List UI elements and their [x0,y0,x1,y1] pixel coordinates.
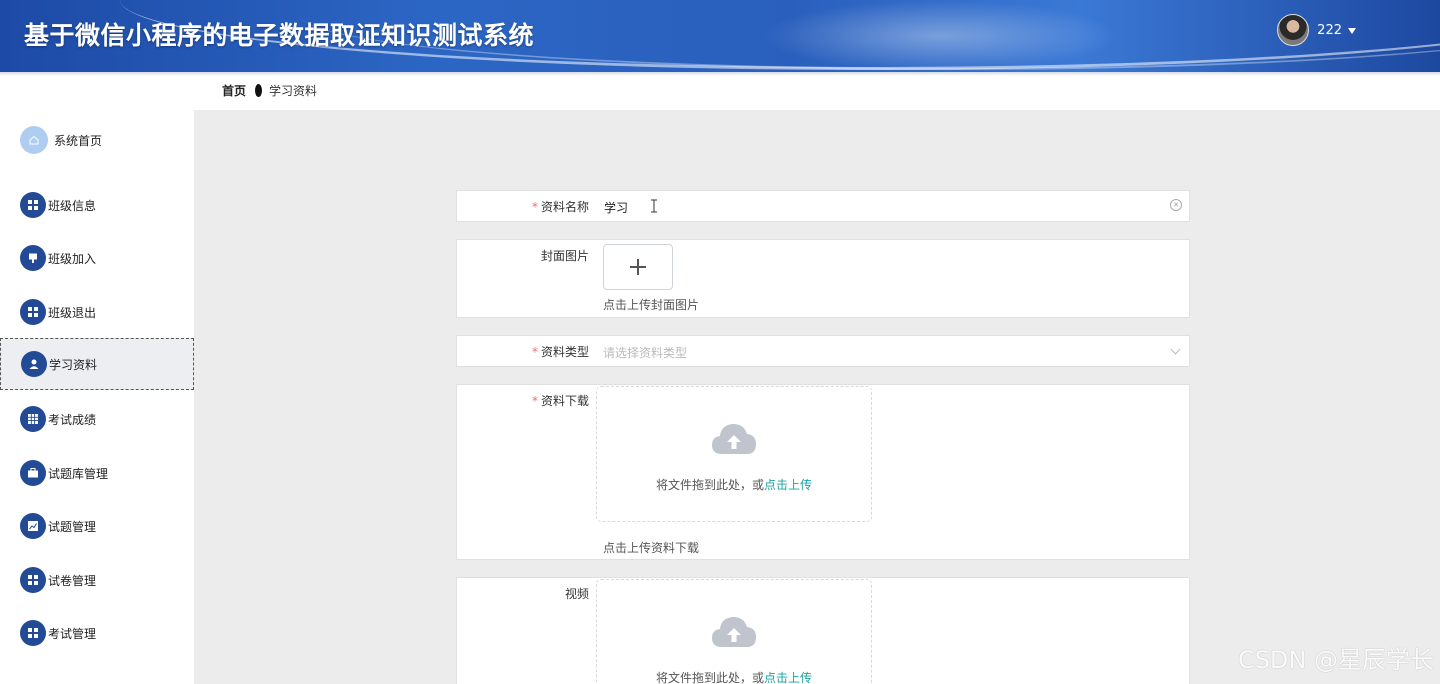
app-header: 基于微信小程序的电子数据取证知识测试系统 222 [0,0,1440,72]
briefcase-icon [20,460,46,486]
field-label-text: 资料类型 [540,345,589,359]
form-row-name: * 资料名称 学习 ✕ [456,190,1190,222]
file-dropzone[interactable]: 将文件拖到此处，或点击上传 [596,386,872,522]
required-mark: * [531,394,538,408]
user-menu[interactable]: 222 [1277,14,1356,46]
home-icon [20,126,48,154]
user-icon [21,351,47,377]
cover-upload-button[interactable] [603,244,673,290]
tag-icon [20,245,46,271]
username[interactable]: 222 [1317,23,1342,38]
required-mark: * [531,200,538,214]
breadcrumb-current: 学习资料 [269,84,318,98]
chart-icon [20,513,46,539]
sidebar-item-label: 班级信息 [48,198,97,213]
cloud-upload-icon [712,617,756,647]
name-input[interactable]: 学习 [604,199,628,216]
dropzone-text: 将文件拖到此处，或点击上传 [597,669,871,684]
grid-icon [20,567,46,593]
sidebar-item-label: 学习资料 [49,357,98,372]
form-row-cover: 封面图片 点击上传封面图片 [456,239,1190,318]
sidebar-item-label: 系统首页 [54,133,103,148]
plus-icon [637,259,639,275]
chevron-down-icon[interactable] [1348,28,1356,34]
video-dropzone[interactable]: 将文件拖到此处，或点击上传 [596,579,872,684]
sidebar-item-exam-scores[interactable]: 考试成绩 [0,393,194,445]
app-title: 基于微信小程序的电子数据取证知识测试系统 [24,21,535,50]
form-row-video: 视频 将文件拖到此处，或点击上传 [456,577,1190,684]
type-select[interactable]: 请选择资料类型 [603,344,687,361]
dropzone-text: 将文件拖到此处，或点击上传 [597,476,871,493]
field-label: * 资料下载 [532,392,589,409]
breadcrumb-separator-icon [255,84,263,97]
required-mark: * [531,345,538,359]
sidebar-item-class-exit[interactable]: 班级退出 [0,286,194,338]
sidebar-item-label: 试题管理 [48,519,97,534]
sidebar-item-papers[interactable]: 试卷管理 [0,554,194,606]
watermark: CSDN @星辰学长 [1237,646,1434,674]
field-label: * 资料类型 [532,343,589,360]
sidebar: 系统首页 班级信息 班级加入 班级退出 学习资料 考试成绩 试题库管理 试题管理… [0,76,194,684]
sidebar-item-label: 班级退出 [48,305,97,320]
dropzone-hint: 将文件拖到此处，或 [655,671,764,684]
sidebar-item-home[interactable]: 系统首页 [0,114,194,166]
field-label-text: 资料名称 [540,200,589,214]
field-label: 视频 [564,587,589,601]
grid-icon [20,299,46,325]
form-row-type[interactable]: * 资料类型 请选择资料类型 [456,335,1190,367]
form-row-file: * 资料下载 将文件拖到此处，或点击上传 点击上传资料下载 [456,384,1190,560]
breadcrumb: 首页 学习资料 [222,82,317,99]
sidebar-item-study-material[interactable]: 学习资料 [0,338,194,390]
dropzone-hint: 将文件拖到此处，或 [655,478,764,492]
cloud-upload-icon [712,424,756,454]
sidebar-item-class-join[interactable]: 班级加入 [0,232,194,284]
sidebar-item-question-bank[interactable]: 试题库管理 [0,447,194,499]
sidebar-item-questions[interactable]: 试题管理 [0,500,194,552]
sidebar-item-class-info[interactable]: 班级信息 [0,179,194,231]
breadcrumb-bar: 首页 学习资料 [194,76,1440,110]
text-cursor-icon [651,199,657,213]
breadcrumb-home[interactable]: 首页 [222,82,246,99]
table-icon [20,406,46,432]
file-upload-tip: 点击上传资料下载 [603,541,700,555]
cover-upload-tip: 点击上传封面图片 [603,298,700,312]
sidebar-item-label: 试题库管理 [48,466,109,481]
field-label: * 资料名称 [532,198,589,215]
upload-link[interactable]: 点击上传 [764,478,812,492]
avatar[interactable] [1277,14,1310,46]
field-label: 封面图片 [540,249,589,263]
sidebar-item-exams[interactable]: 考试管理 [0,607,194,659]
sidebar-item-label: 班级加入 [48,251,97,266]
upload-link[interactable]: 点击上传 [764,671,812,684]
header-glow [760,0,1120,72]
grid-icon [20,192,46,218]
sidebar-item-label: 考试成绩 [48,412,97,427]
field-label-text: 资料下载 [540,394,589,408]
sidebar-item-label: 试卷管理 [48,573,97,588]
sidebar-item-label: 考试管理 [48,626,97,641]
chevron-down-icon[interactable] [1170,344,1181,355]
grid-icon [20,620,46,646]
clear-icon[interactable]: ✕ [1170,199,1182,211]
